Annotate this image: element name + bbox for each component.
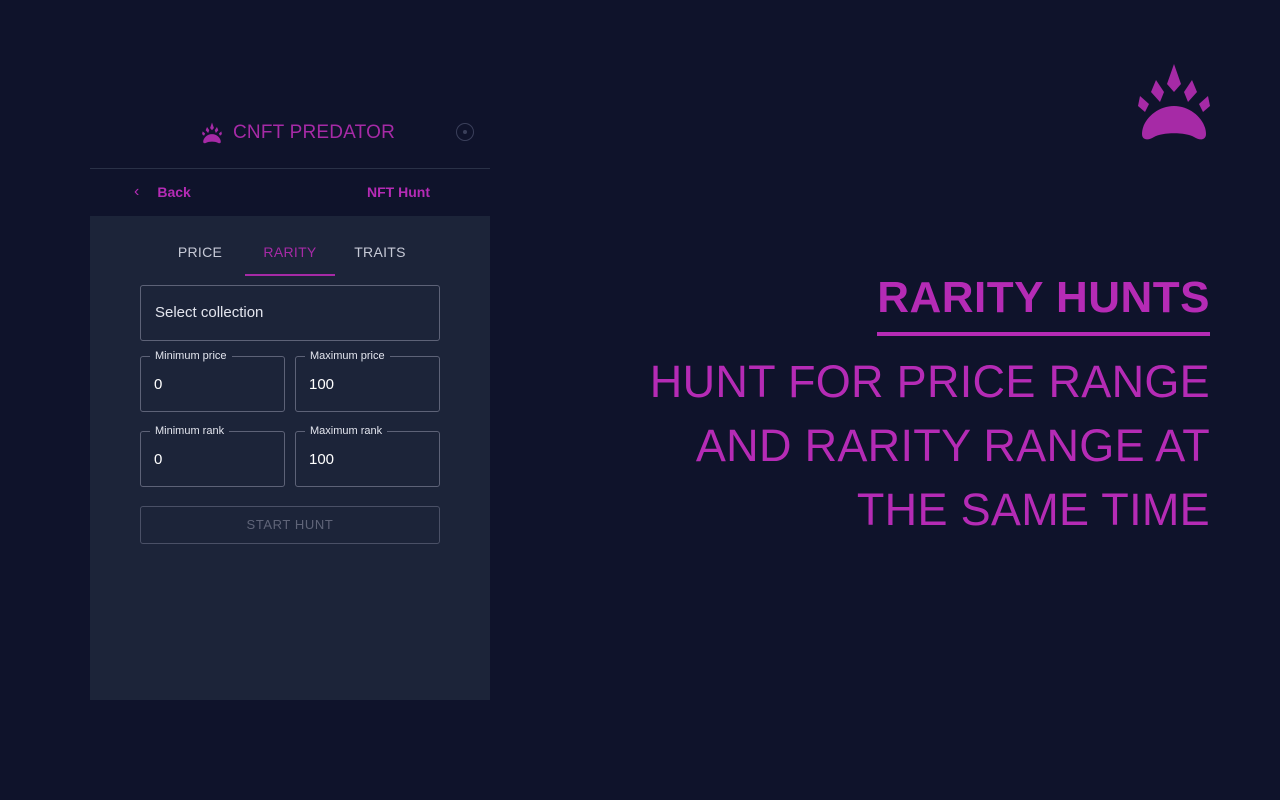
paw-logo-icon <box>1138 64 1210 140</box>
tab-traits[interactable]: TRAITS <box>335 238 425 276</box>
hunt-tabs: PRICE RARITY TRAITS <box>155 238 425 276</box>
settings-icon[interactable] <box>456 123 474 141</box>
min-price-field: Minimum price <box>140 349 285 412</box>
min-rank-label: Minimum rank <box>150 424 230 438</box>
max-rank-input[interactable] <box>296 432 439 486</box>
app-name: CNFT PREDATOR <box>233 122 396 143</box>
tab-rarity[interactable]: RARITY <box>245 238 335 276</box>
min-rank-field: Minimum rank <box>140 424 285 487</box>
back-label: Back <box>157 184 191 200</box>
promo-headline: RARITY HUNTS <box>877 272 1210 336</box>
nav-title: NFT Hunt <box>367 184 430 200</box>
tagline-line-1: HUNT FOR PRICE RANGE <box>649 356 1210 407</box>
start-hunt-button[interactable]: START HUNT <box>140 506 440 544</box>
max-price-input[interactable] <box>296 357 439 411</box>
back-button[interactable]: ‹ Back <box>134 181 191 203</box>
paw-icon <box>202 122 222 144</box>
collection-select[interactable]: Select collection <box>140 285 440 341</box>
brand: CNFT PREDATOR <box>200 120 395 146</box>
min-price-label: Minimum price <box>150 349 232 363</box>
max-rank-label: Maximum rank <box>305 424 388 438</box>
max-price-field: Maximum price <box>295 349 440 412</box>
promo-tagline: HUNT FOR PRICE RANGE AND RARITY RANGE AT… <box>610 350 1210 542</box>
nav-bar: ‹ Back NFT Hunt <box>90 169 490 216</box>
extension-popup: CNFT PREDATOR ‹ Back NFT Hunt PRICE RARI… <box>90 98 490 700</box>
tagline-line-2: AND RARITY RANGE AT <box>695 420 1210 471</box>
max-rank-field: Maximum rank <box>295 424 440 487</box>
min-rank-input[interactable] <box>141 432 284 486</box>
popup-header: CNFT PREDATOR <box>90 98 490 169</box>
screenshot-stage: CNFT PREDATOR ‹ Back NFT Hunt PRICE RARI… <box>0 0 1280 800</box>
tagline-line-3: THE SAME TIME <box>856 484 1210 535</box>
max-price-label: Maximum price <box>305 349 390 363</box>
tab-price[interactable]: PRICE <box>155 238 245 276</box>
min-price-input[interactable] <box>141 357 284 411</box>
chevron-left-icon: ‹ <box>134 183 140 200</box>
